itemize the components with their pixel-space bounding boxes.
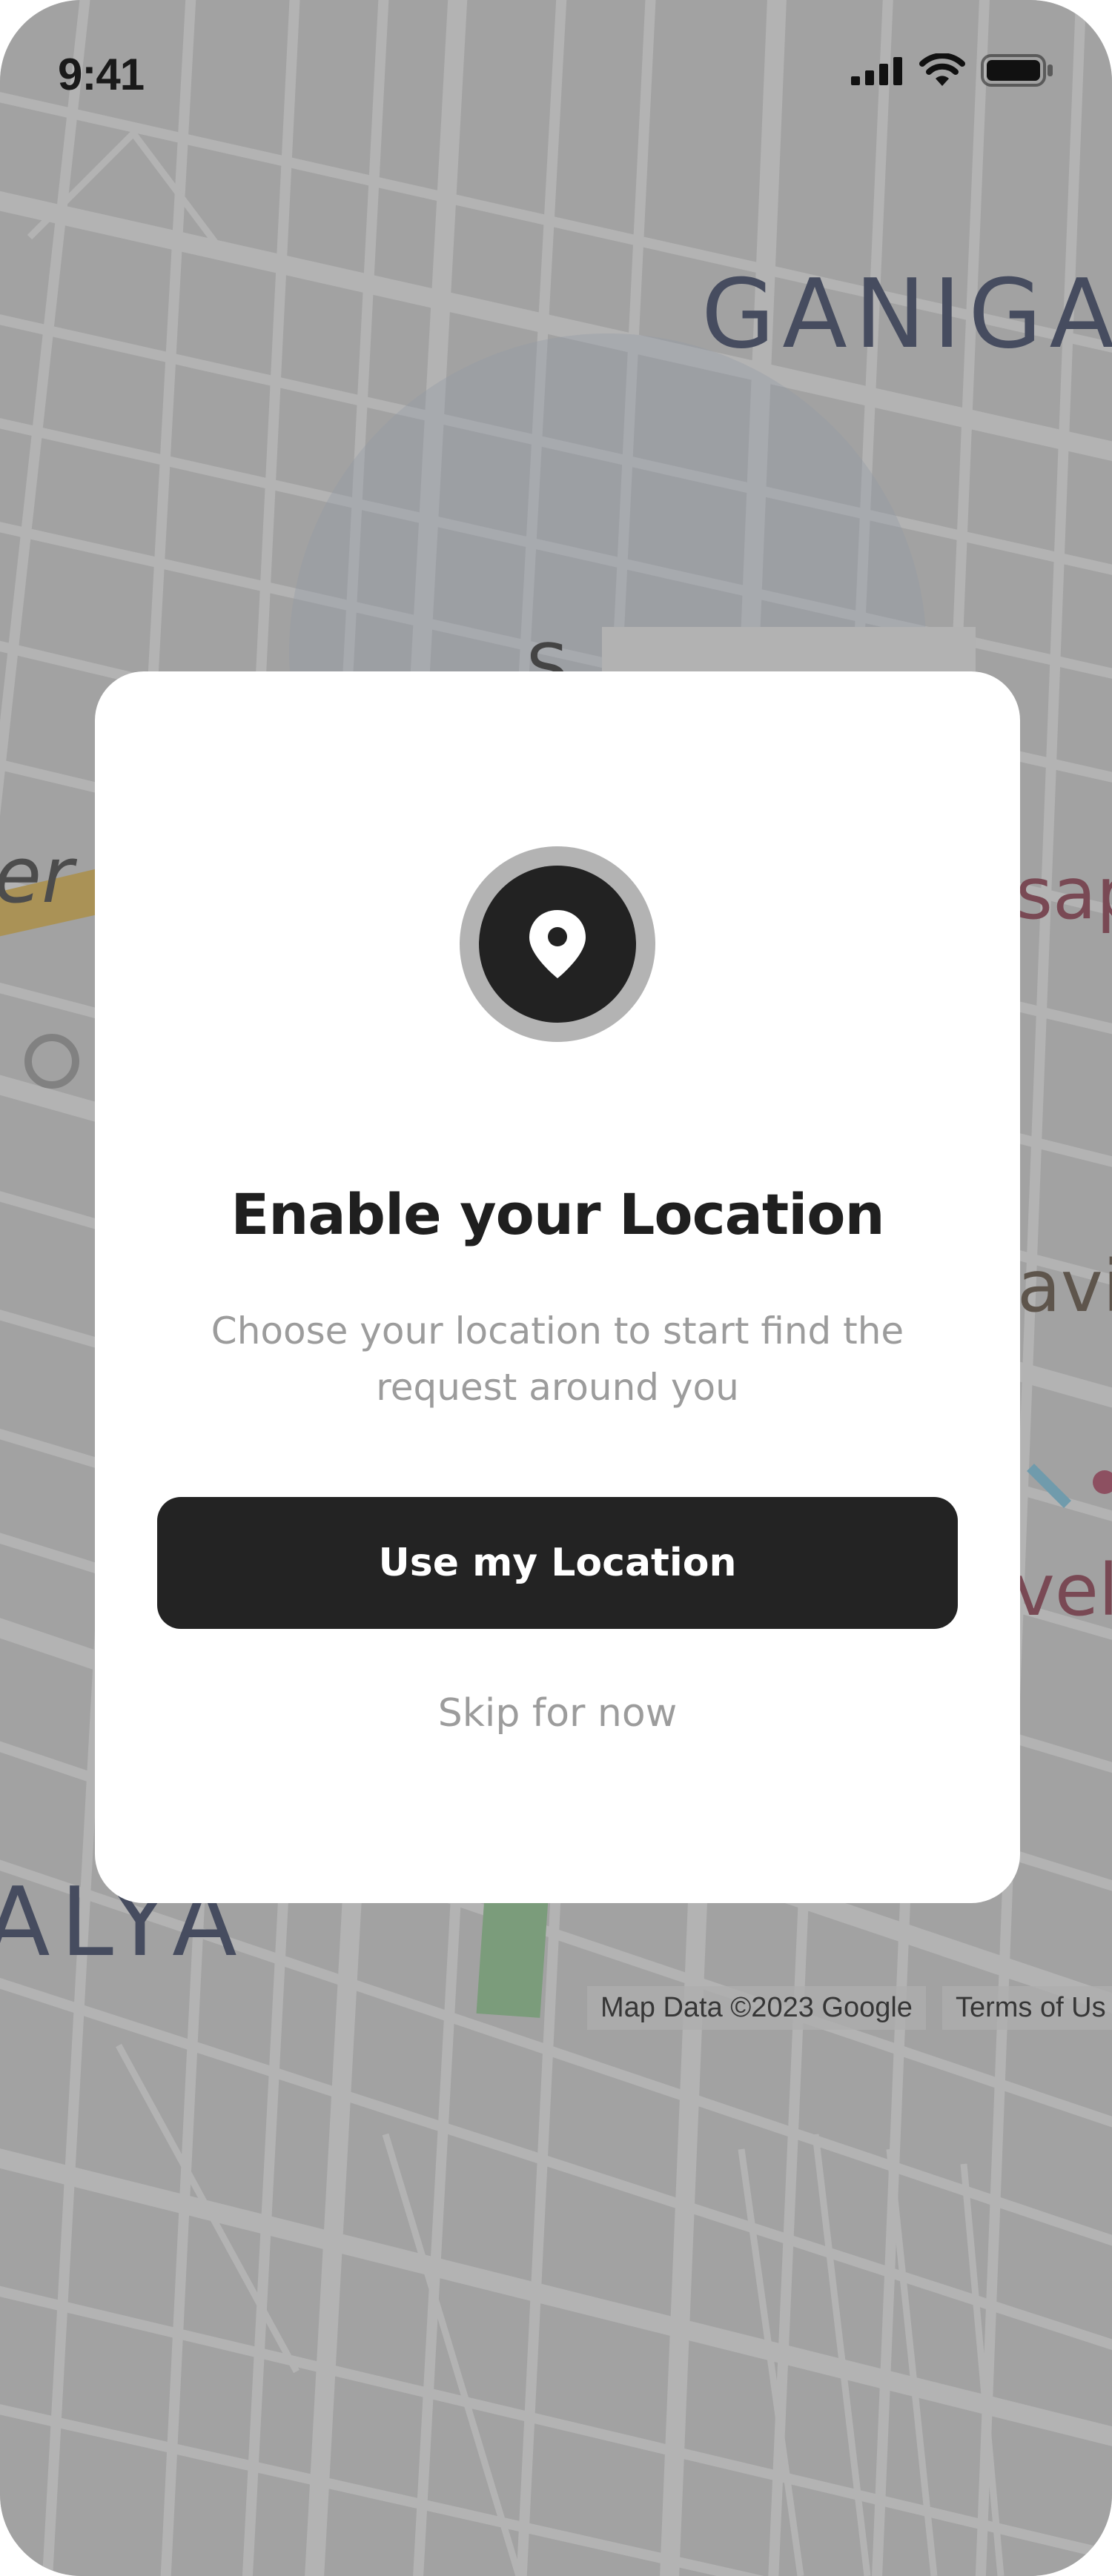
battery-icon [981, 54, 1053, 87]
wifi-icon [919, 53, 965, 86]
status-icons [851, 53, 1054, 87]
location-pin-icon [529, 910, 586, 978]
skip-for-now-link[interactable]: Skip for now [95, 1691, 1020, 1736]
cellular-signal-icon [851, 57, 902, 85]
phone-screen: GANIGAR ALYA er sap avi vel S Map Data ©… [0, 0, 1112, 2576]
use-my-location-button[interactable]: Use my Location [157, 1497, 958, 1629]
location-pin-badge [460, 846, 655, 1042]
enable-location-dialog: Enable your Location Choose your locatio… [95, 671, 1020, 1903]
location-pin-circle [479, 866, 636, 1023]
status-time: 9:41 [58, 50, 145, 99]
status-bar: 9:41 [0, 0, 1112, 148]
dialog-subtitle: Choose your location to start find the r… [211, 1309, 904, 1409]
dialog-title: Enable your Location [231, 1181, 884, 1247]
